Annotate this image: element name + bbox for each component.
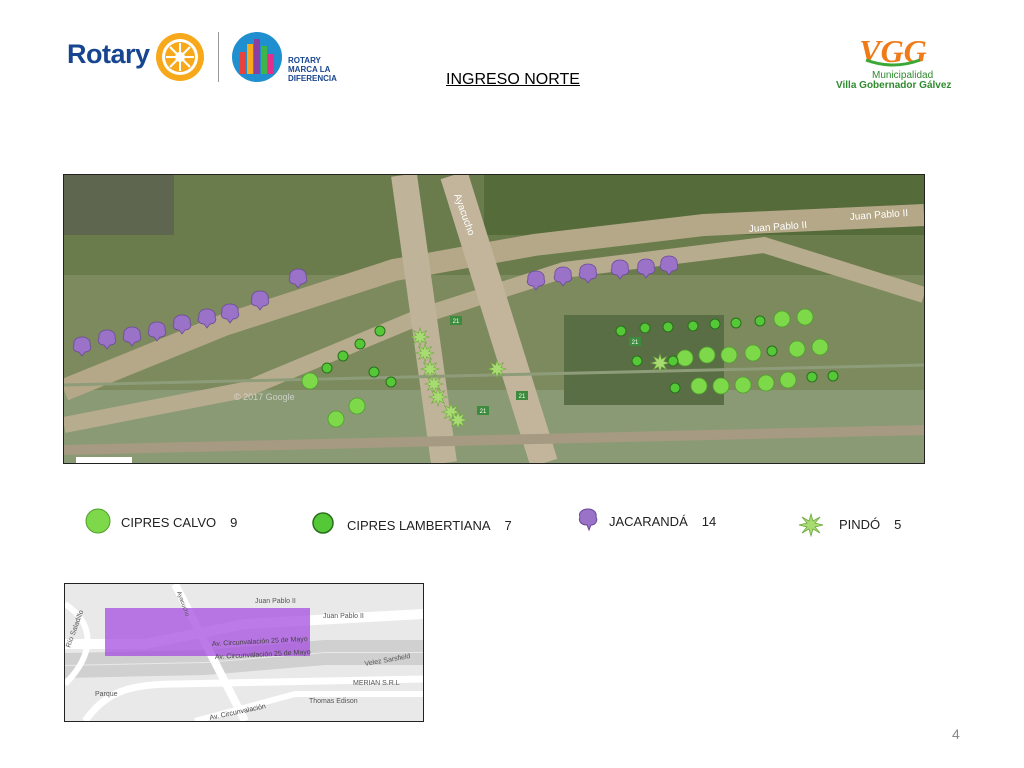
- map-watermark: © 2017 Google: [234, 392, 295, 402]
- cipres-calvo-tree-marker: [796, 308, 814, 326]
- cipres-calvo-tree-marker: [327, 410, 345, 428]
- municipality-line-2: Villa Gobernador Gálvez: [836, 80, 952, 91]
- cipres-lambertiana-tree-marker: [639, 322, 651, 334]
- cipres-calvo-tree-marker: [712, 377, 730, 395]
- cipres-lambertiana-tree-marker: [806, 371, 818, 383]
- cipres-calvo-tree-marker: [301, 372, 319, 390]
- cipres-lambertiana-tree-marker: [669, 382, 681, 394]
- page-title: INGRESO NORTE: [446, 71, 580, 88]
- jacaranda-legend-icon: [578, 508, 598, 531]
- rotary-wheel-icon: [156, 33, 204, 81]
- rmld-line-2: MARCA LA: [288, 65, 331, 74]
- cipres-lambertiana-tree-marker: [709, 318, 721, 330]
- cipres-lambertiana-legend-icon: [312, 512, 334, 534]
- rmld-line-1: ROTARY: [288, 56, 321, 65]
- page-number: 4: [952, 726, 960, 742]
- cipres-lambertiana-tree-marker: [631, 355, 643, 367]
- cipres-calvo-tree-marker: [348, 397, 366, 415]
- pindo-tree-marker: [486, 358, 508, 380]
- rotary-marca-la-diferencia-icon: [232, 32, 282, 82]
- cipres-lambertiana-tree-marker: [662, 321, 674, 333]
- pindo-tree-marker: [419, 358, 441, 380]
- route-marker-3: 21: [519, 394, 526, 400]
- pindo-tree-marker: [409, 326, 431, 348]
- cipres-lambertiana-tree-marker: [730, 317, 742, 329]
- municipality-logo-icon: VGG: [859, 33, 927, 68]
- pindo-tree-marker: [447, 409, 469, 431]
- legend-cipres-lambertiana-count: 7: [504, 518, 512, 533]
- cipres-calvo-legend-icon: [85, 508, 111, 534]
- rotary-logo-text: Rotary: [67, 39, 150, 69]
- map-scale-bar: [76, 457, 132, 463]
- legend-cipres-lambertiana: CIPRES LAMBERTIANA 7: [347, 518, 512, 533]
- route-marker-2: 21: [480, 409, 487, 415]
- route-marker-4: 21: [632, 340, 639, 346]
- cipres-lambertiana-tree-marker: [667, 355, 679, 367]
- cipres-lambertiana-tree-marker: [385, 376, 397, 388]
- cipres-lambertiana-tree-marker: [354, 338, 366, 350]
- cipres-calvo-tree-marker: [779, 371, 797, 389]
- pindo-tree-marker: [423, 373, 445, 395]
- legend-pindo-label: PINDÓ: [839, 517, 881, 532]
- cipres-calvo-tree-marker: [757, 374, 775, 392]
- legend-cipres-calvo-label: CIPRES CALVO: [121, 515, 217, 530]
- cipres-calvo-tree-marker: [788, 340, 806, 358]
- cipres-lambertiana-tree-marker: [368, 366, 380, 378]
- location-map[interactable]: Juan Pablo II Juan Pablo II Av. Circunva…: [64, 583, 424, 722]
- cipres-lambertiana-tree-marker: [827, 370, 839, 382]
- legend-cipres-calvo-count: 9: [230, 515, 238, 530]
- cipres-calvo-tree-marker: [698, 346, 716, 364]
- pindo-tree-marker: [649, 352, 671, 374]
- legend-pindo-count: 5: [894, 517, 902, 532]
- cipres-calvo-tree-marker: [744, 344, 762, 362]
- cipres-lambertiana-tree-marker: [766, 345, 778, 357]
- legend-jacaranda-count: 14: [701, 514, 717, 529]
- cipres-calvo-tree-marker: [734, 376, 752, 394]
- cipres-lambertiana-tree-marker: [687, 320, 699, 332]
- pindo-tree-marker: [414, 342, 436, 364]
- loc-label-merian: MERIAN S.R.L: [353, 680, 400, 687]
- cipres-calvo-tree-marker: [676, 349, 694, 367]
- cipres-lambertiana-tree-marker: [615, 325, 627, 337]
- loc-label-parque: Parque: [95, 691, 118, 698]
- loc-label-thomas-edison: Thomas Edison: [309, 698, 358, 705]
- legend-cipres-calvo: CIPRES CALVO 9: [121, 515, 237, 530]
- cipres-lambertiana-tree-marker: [374, 325, 386, 337]
- cipres-lambertiana-tree-marker: [321, 362, 333, 374]
- legend-cipres-lambertiana-label: CIPRES LAMBERTIANA: [347, 518, 491, 533]
- cipres-calvo-tree-marker: [811, 338, 829, 356]
- highlight-area: [105, 608, 310, 656]
- pindo-tree-marker: [427, 386, 449, 408]
- route-marker-1: 21: [453, 319, 460, 325]
- legend-jacaranda: JACARANDÁ 14: [609, 514, 716, 529]
- cipres-calvo-tree-marker: [773, 310, 791, 328]
- cipres-calvo-tree-marker: [690, 377, 708, 395]
- pindo-legend-icon: [798, 513, 824, 537]
- cipres-lambertiana-tree-marker: [337, 350, 349, 362]
- cipres-lambertiana-tree-marker: [754, 315, 766, 327]
- loc-label-juan-pablo-2: Juan Pablo II: [323, 613, 364, 620]
- rotary-marca-text: ROTARY MARCA LA DIFERENCIA: [288, 56, 337, 83]
- legend-jacaranda-label: JACARANDÁ: [609, 514, 688, 529]
- vgg-logo-text: VGG: [859, 33, 927, 68]
- rmld-line-3: DIFERENCIA: [288, 74, 337, 83]
- logo-divider: [218, 32, 219, 82]
- cipres-calvo-tree-marker: [720, 346, 738, 364]
- loc-label-juan-pablo-1: Juan Pablo II: [255, 598, 296, 605]
- legend-pindo: PINDÓ 5: [839, 517, 901, 532]
- satellite-map[interactable]: Ayacucho Juan Pablo II Juan Pablo II 21 …: [63, 174, 925, 464]
